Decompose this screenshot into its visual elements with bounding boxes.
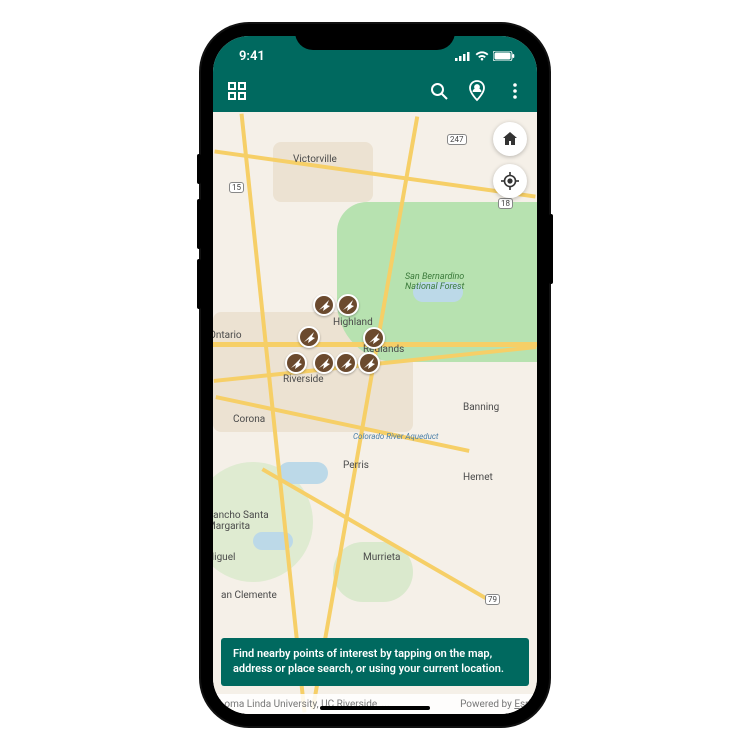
home-extent-button[interactable] (493, 122, 527, 156)
cellular-icon (455, 51, 471, 61)
map-forest-label: San BernardinoNational Forest (405, 272, 464, 292)
home-indicator (320, 706, 430, 710)
map-city-label: Victorville (293, 154, 337, 165)
map-city-label: Highland (333, 317, 373, 328)
overflow-menu-button[interactable] (503, 79, 527, 103)
esri-link[interactable]: Esri (514, 699, 531, 710)
status-bar: 9:41 (213, 36, 537, 70)
phone-side-button (197, 259, 201, 309)
phone-side-button (549, 214, 553, 284)
map[interactable]: 152471879 VictorvilleHighlandOntarioRedl… (213, 112, 537, 714)
place-pin-button[interactable] (465, 79, 489, 103)
map-poi-marker[interactable] (358, 352, 380, 374)
search-icon (429, 81, 449, 101)
map-poi-marker[interactable] (313, 352, 335, 374)
map-poi-marker[interactable] (313, 294, 335, 316)
map-city-label: Ontario (213, 330, 242, 341)
app-bar (213, 70, 537, 112)
map-poi-marker[interactable] (298, 326, 320, 348)
pin-person-icon (467, 80, 487, 102)
map-city-label: Banning (463, 402, 499, 413)
map-city-label: Murrieta (363, 552, 400, 563)
map-city-label: Rancho SantaMargarita (213, 510, 269, 532)
map-poi-marker[interactable] (335, 352, 357, 374)
phone-side-button (197, 199, 201, 249)
locate-me-button[interactable] (493, 164, 527, 198)
status-indicators (455, 51, 515, 61)
more-vert-icon (505, 81, 525, 101)
home-icon (501, 130, 519, 148)
grid-icon (227, 81, 247, 101)
battery-icon (493, 51, 515, 61)
screen: 9:41 (213, 36, 537, 714)
map-route-shield: 247 (447, 134, 467, 145)
map-route-shield: 79 (485, 594, 500, 605)
phone-side-button (197, 154, 201, 184)
map-poi-marker[interactable] (285, 352, 307, 374)
map-city-label: Hemet (463, 472, 493, 483)
status-time: 9:41 (239, 49, 265, 64)
crosshair-icon (501, 172, 519, 190)
map-city-label: Niguel (213, 552, 235, 563)
phone-frame: 9:41 (201, 24, 549, 726)
search-button[interactable] (427, 79, 451, 103)
map-city-label: Corona (233, 414, 265, 425)
map-poi-marker[interactable] (337, 294, 359, 316)
apps-grid-button[interactable] (225, 79, 249, 103)
hint-text: Find nearby points of interest by tappin… (233, 647, 504, 675)
map-river-label: Colorado River Aqueduct (353, 432, 438, 441)
map-highway (214, 149, 535, 198)
wifi-icon (475, 51, 489, 61)
map-route-shield: 15 (229, 182, 244, 193)
map-route-shield: 18 (498, 198, 513, 209)
map-poi-marker[interactable] (363, 327, 385, 349)
map-city-label: Perris (343, 460, 369, 471)
hint-card[interactable]: Find nearby points of interest by tappin… (221, 638, 529, 686)
map-city-label: Riverside (283, 374, 324, 385)
map-attribution: Loma Linda University, UC Riverside, ...… (213, 694, 537, 714)
attribution-powered-by: Powered by Esri (460, 699, 531, 710)
map-city-label: an Clemente (221, 590, 277, 601)
